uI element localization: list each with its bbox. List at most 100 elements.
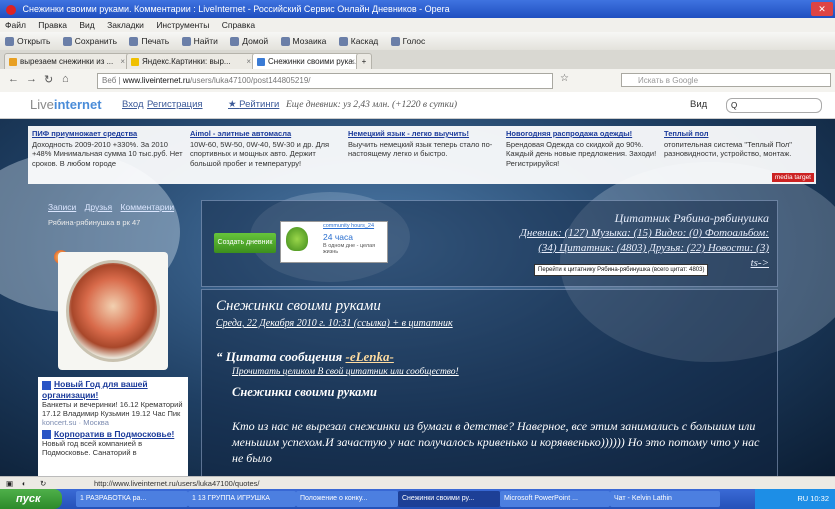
tile-icon <box>280 37 290 47</box>
ad-item[interactable]: Теплый пол отопительная система "Теплый П… <box>664 129 812 159</box>
avatar-image <box>66 260 160 362</box>
voice-icon <box>390 37 400 47</box>
menu-edit[interactable]: Правка <box>38 20 67 30</box>
user-nav: Записи Друзья Комментарии <box>48 202 180 212</box>
menu-bookmarks[interactable]: Закладки <box>107 20 144 30</box>
print-button[interactable]: Печать <box>129 32 169 50</box>
sidebar-ads: Новый Год для вашей организации! Банкеты… <box>38 377 188 476</box>
save-button[interactable]: Сохранить <box>62 32 117 50</box>
ad-item[interactable]: Aimol - элитные автомасла 10W-60, 5W-50, … <box>190 129 345 168</box>
media-target-badge[interactable]: media target <box>771 173 814 182</box>
forward-icon[interactable]: → <box>26 73 37 85</box>
tab-bar: вырезаем снежинки из ... × Яндекс.Картинк… <box>0 50 835 70</box>
cascade-button[interactable]: Каскад <box>338 32 378 50</box>
reload-icon[interactable]: ↻ <box>44 73 53 86</box>
profile-stats-line2[interactable]: (34) Цитатник: (4803) Друзья: (22) Новос… <box>538 242 769 254</box>
back-icon[interactable]: ← <box>8 73 19 85</box>
tab-yandex-images[interactable]: Яндекс.Картинки: выр... × <box>126 53 256 70</box>
taskbar-item-active[interactable]: Снежинки своими ру... <box>398 491 500 507</box>
tab-current-page[interactable]: Снежинки своими рука... × <box>252 53 360 70</box>
user-greeting[interactable]: Рябина-рябинушка в рк 47 <box>48 218 148 228</box>
menu-file[interactable]: Файл <box>5 20 26 30</box>
window-title: Снежинки своими руками. Комментарии : Li… <box>22 4 450 14</box>
login-link[interactable]: Вход <box>122 92 144 118</box>
menu-view[interactable]: Вид <box>79 20 94 30</box>
start-button[interactable]: пуск <box>0 489 62 509</box>
menu-help[interactable]: Справка <box>222 20 255 30</box>
sidebar-ad-item[interactable]: Корпоратив в Подмосковье! Новый год всей… <box>38 429 188 457</box>
taskbar-item[interactable]: Microsoft PowerPoint ... <box>500 491 610 507</box>
site-logo[interactable]: Liveinternet <box>30 92 102 118</box>
nav-posts[interactable]: Записи <box>48 202 76 212</box>
save-icon <box>62 37 72 47</box>
ratings-link[interactable]: ★ Рейтинги <box>228 92 279 118</box>
frog-icon <box>286 227 308 251</box>
open-button[interactable]: Открыть <box>5 32 50 50</box>
read-full-link[interactable]: Прочитать целиком В свой цитатник или со… <box>232 367 459 377</box>
register-link[interactable]: Регистрация <box>147 92 203 118</box>
post-title[interactable]: Снежинки своими руками <box>216 298 381 315</box>
tile-button[interactable]: Мозаика <box>280 32 326 50</box>
taskbar: пуск 1 РАЗРАБОТКА ра... 1 13 ГРУППА ИГРУ… <box>0 489 835 509</box>
menu-tools[interactable]: Инструменты <box>156 20 209 30</box>
post-panel: Снежинки своими руками Среда, 22 Декабря… <box>201 289 778 476</box>
new-tab-button[interactable]: + <box>356 53 372 70</box>
folder-icon <box>5 37 14 47</box>
tab-favicon <box>9 57 17 66</box>
create-diary-button[interactable]: Создать дневник <box>214 233 276 253</box>
window-titlebar: Снежинки своими руками. Комментарии : Li… <box>0 0 835 18</box>
tab-snowflakes-search[interactable]: вырезаем снежинки из ... × <box>4 53 130 70</box>
browser-toolbar: Открыть Сохранить Печать Найти Домой Моз… <box>0 32 835 51</box>
nav-friends[interactable]: Друзья <box>85 202 113 212</box>
menu-bar: Файл Правка Вид Закладки Инструменты Спр… <box>0 18 835 32</box>
voice-button[interactable]: Голос <box>390 32 425 50</box>
close-tab-icon[interactable]: × <box>350 54 355 70</box>
url-field[interactable]: Веб | www.liveinternet.ru/users/luka4710… <box>97 73 553 89</box>
ad-item[interactable]: ПИФ приумножает средства Доходность 2009-… <box>32 129 187 168</box>
ad-item[interactable]: Новогодняя распродажа одежды! Брендовая О… <box>506 129 661 168</box>
page-content: Liveinternet Вход Регистрация ★ Рейтинги… <box>0 92 835 476</box>
quote-author-link[interactable]: -eLenka- <box>346 349 394 364</box>
search-field[interactable]: Искать в Google <box>621 73 831 87</box>
cascade-icon <box>338 37 348 47</box>
home-button[interactable]: Домой <box>230 32 268 50</box>
tab-favicon <box>257 57 265 66</box>
taskbar-item[interactable]: Чат - Kelvin Lathin <box>610 491 720 507</box>
taskbar-item[interactable]: 1 13 ГРУППА ИГРУШКА <box>188 491 296 507</box>
ad-item[interactable]: Немецкий язык - легко выучить! Выучить не… <box>348 129 503 159</box>
ad-icon <box>42 430 51 440</box>
site-stats: Еще дневник: уз 2,43 млн. (+1220 в сутки… <box>286 100 457 110</box>
close-tab-icon[interactable]: × <box>246 54 251 70</box>
close-tab-icon[interactable]: × <box>120 54 125 70</box>
next-link[interactable]: ts-> <box>751 257 769 269</box>
home-icon <box>230 37 240 47</box>
opera-icon <box>6 4 16 15</box>
profile-header: Цитатник Рябина-рябинушка <box>614 211 769 225</box>
sidebar-ad-item[interactable]: Новый Год для вашей организации! Банкеты… <box>38 377 188 429</box>
search-icon <box>181 37 191 47</box>
hours-widget[interactable]: community hours_24 24 часа В одном дне -… <box>280 221 388 263</box>
browser-window: Снежинки своими руками. Комментарии : Li… <box>0 0 835 490</box>
close-window-button[interactable]: ✕ <box>811 2 833 16</box>
taskbar-item[interactable]: 1 РАЗРАБОТКА ра... <box>76 491 188 507</box>
quote-subtitle: Снежинки своими руками <box>232 385 377 399</box>
taskbar-item[interactable]: Положение о конку... <box>296 491 398 507</box>
nav-comments[interactable]: Комментарии <box>121 202 175 212</box>
profile-panel: Создать дневник community hours_24 24 ча… <box>201 200 778 287</box>
print-icon <box>129 37 139 47</box>
site-search-input[interactable]: Q <box>726 98 822 113</box>
site-search-label: Вид <box>690 99 708 110</box>
status-bar: ▣ ◐ ↻ http://www.liveinternet.ru/users/l… <box>0 476 835 490</box>
find-button[interactable]: Найти <box>181 32 218 50</box>
ad-icon <box>42 380 51 390</box>
address-bar: ← → ↻ ⌂ Веб | www.liveinternet.ru/users/… <box>0 69 835 93</box>
tab-favicon <box>131 57 139 66</box>
profile-stats-line1[interactable]: Дневник: (127) Музыка: (15) Видео: (0) Ф… <box>520 227 769 239</box>
ad-banner: ПИФ приумножает средства Доходность 2009-… <box>28 126 816 184</box>
post-body: Кто из нас не вырезал снежинки из бумаги… <box>232 419 760 465</box>
home-nav-icon[interactable]: ⌂ <box>62 73 69 85</box>
avatar[interactable] <box>58 252 168 370</box>
profile-stats: Цитатник Рябина-рябинушка Дневник: (127)… <box>520 211 769 271</box>
bookmark-star-icon[interactable]: ☆ <box>560 73 569 84</box>
system-tray: RU 10:32 <box>755 489 835 509</box>
